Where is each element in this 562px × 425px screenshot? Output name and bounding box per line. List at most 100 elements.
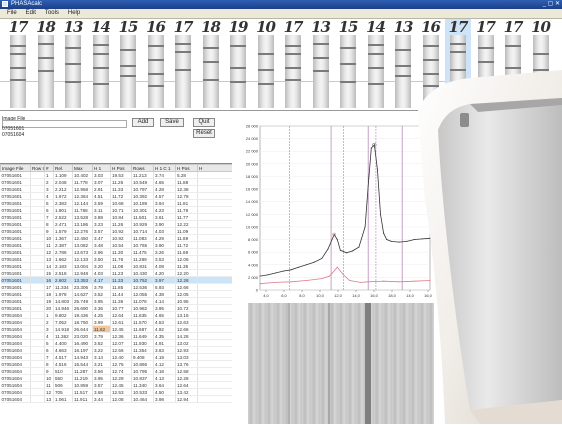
table-cell[interactable]: 14 xyxy=(44,262,54,270)
table-row[interactable]: 07051601 16 2.602 13.353 4.17 11.33 10.752 3.97… xyxy=(0,276,232,284)
table-row[interactable]: 07051601 5 2.383 12.144 3.59 10.68 10.189 3.94 1… xyxy=(0,199,232,207)
table-cell[interactable]: 1 xyxy=(44,171,54,179)
table-cell[interactable]: 18 xyxy=(44,290,54,298)
gel-lane[interactable]: 17 xyxy=(445,19,471,110)
table-cell[interactable] xyxy=(197,262,232,270)
gel-lane[interactable]: 16 xyxy=(418,19,444,110)
table-cell[interactable]: 510 xyxy=(53,367,73,375)
table-cell[interactable] xyxy=(197,339,232,347)
table-row[interactable]: 07051604 8 4.516 16.544 3.21 12.76 10.866 4.12 1… xyxy=(0,360,232,368)
table-cell[interactable]: 11.08 xyxy=(110,262,132,270)
table-cell[interactable] xyxy=(197,276,232,284)
table-row[interactable]: 07051604 4 11.362 23.020 3.79 12.36 11.649 4.35… xyxy=(0,332,232,340)
table-cell[interactable]: 4.50 xyxy=(153,388,176,396)
table-cell[interactable]: 16 xyxy=(44,276,54,284)
table-cell[interactable]: 1.367 xyxy=(53,234,73,242)
table-cell[interactable]: 12.06 xyxy=(175,255,198,263)
table-cell[interactable]: 13.004 xyxy=(72,262,93,270)
table-cell[interactable]: 3.50 xyxy=(92,255,111,263)
table-cell[interactable]: 11 xyxy=(44,241,54,249)
table-cell[interactable]: 4.51 xyxy=(92,192,111,200)
table-cell[interactable] xyxy=(197,353,232,361)
table-cell[interactable]: 10.714 xyxy=(131,227,154,235)
table-cell[interactable] xyxy=(30,346,45,354)
table-row[interactable]: 07051601 6 1.801 11.768 3.11 10.71 10.301 4.23 1… xyxy=(0,206,232,214)
table-cell[interactable]: 10.189 xyxy=(131,199,154,207)
table-cell[interactable]: 11.30 xyxy=(110,248,132,256)
table-cell[interactable]: 07051604 xyxy=(0,374,31,382)
table-cell[interactable]: 3.20 xyxy=(92,262,111,270)
table-cell[interactable]: 12.20 xyxy=(175,269,198,277)
table-cell[interactable] xyxy=(197,318,232,326)
table-cell[interactable] xyxy=(30,199,45,207)
table-row[interactable]: 07051604 12 705 11.517 3.68 12.53 10.533 4.50 13… xyxy=(0,388,232,396)
gel-lane[interactable]: 15 xyxy=(115,19,141,110)
table-cell[interactable]: 11.287 xyxy=(72,367,93,375)
table-cell[interactable]: 11.213 xyxy=(131,171,154,179)
table-cell[interactable]: 11.76 xyxy=(110,255,132,263)
gel-lane[interactable]: 17 xyxy=(5,19,31,110)
table-cell[interactable]: 10.430 xyxy=(131,269,154,277)
table-cell[interactable]: 3.95 xyxy=(92,374,111,382)
column-header[interactable]: Max xyxy=(72,164,93,172)
table-cell[interactable]: 3.62 xyxy=(92,339,111,347)
table-cell[interactable] xyxy=(197,374,232,382)
gel-lane[interactable]: 13 xyxy=(390,19,416,110)
table-cell[interactable]: 11.501 xyxy=(131,213,154,221)
table-cell[interactable]: 11.69 xyxy=(175,234,198,242)
table-cell[interactable]: 7.052 xyxy=(53,318,73,326)
table-cell[interactable]: 4.17 xyxy=(92,276,111,284)
table-cell[interactable] xyxy=(197,248,232,256)
table-cell[interactable]: 16.544 xyxy=(72,360,93,368)
table-cell[interactable]: 11.36 xyxy=(110,297,132,305)
column-header[interactable]: Row ID xyxy=(30,164,45,172)
table-cell[interactable]: 3.36 xyxy=(92,304,111,312)
table-row[interactable]: 07051601 9 1.579 12.276 3.57 10.92 10.714 4.03 1… xyxy=(0,227,232,235)
table-cell[interactable]: 4.03 xyxy=(92,269,111,277)
table-cell[interactable] xyxy=(30,269,45,277)
table-cell[interactable]: 07051601 xyxy=(0,185,31,193)
table-cell[interactable]: 2.212 xyxy=(53,185,73,193)
table-cell[interactable]: 3.63 xyxy=(153,346,176,354)
gel-lane[interactable]: 18 xyxy=(198,19,224,110)
table-cell[interactable]: 10.859 xyxy=(72,381,93,389)
table-row[interactable]: 07051604 7 4.517 14.943 3.14 12.40 9.408 4.19 13… xyxy=(0,353,232,361)
table-cell[interactable]: 10.866 xyxy=(131,360,154,368)
table-cell[interactable]: 3.99 xyxy=(92,318,111,326)
table-cell[interactable] xyxy=(197,311,232,319)
table-cell[interactable]: 20 xyxy=(44,304,54,312)
table-cell[interactable]: 11.26 xyxy=(110,220,132,228)
table-cell[interactable]: 3.95 xyxy=(92,297,111,305)
table-cell[interactable]: 16.197 xyxy=(72,346,93,354)
table-row[interactable]: 07051601 10 1.367 12.450 3.47 10.92 11.083 4.29… xyxy=(0,234,232,242)
table-cell[interactable] xyxy=(30,311,45,319)
table-cell[interactable]: 07051601 xyxy=(0,241,31,249)
table-cell[interactable]: 12.133 xyxy=(72,255,93,263)
column-header[interactable]: # xyxy=(44,164,54,172)
table-cell[interactable]: 10.797 xyxy=(131,185,154,193)
table-cell[interactable]: 4.23 xyxy=(153,206,176,214)
table-row[interactable]: 07051604 13 1.061 11.911 3.44 12.08 10.464 3.98… xyxy=(0,395,232,403)
table-cell[interactable]: 11.354 xyxy=(131,346,154,354)
table-cell[interactable] xyxy=(30,283,45,291)
table-cell[interactable]: 11.083 xyxy=(131,234,154,242)
table-cell[interactable]: 12.948 xyxy=(72,269,93,277)
table-cell[interactable]: 13.02 xyxy=(175,339,198,347)
table-cell[interactable] xyxy=(197,367,232,375)
table-cell[interactable]: 07051601 xyxy=(0,297,31,305)
table-cell[interactable]: 12.29 xyxy=(110,374,132,382)
table-cell[interactable] xyxy=(197,332,232,340)
table-cell[interactable]: 10.84 xyxy=(110,213,132,221)
file-item[interactable]: 07051604 xyxy=(2,132,24,138)
table-row[interactable]: 07051601 20 14.946 26.690 3.36 10.77 10.982 3.9… xyxy=(0,304,232,312)
table-row[interactable]: 07051601 14 2.183 13.004 3.20 11.08 10.831 4.08… xyxy=(0,262,232,270)
table-cell[interactable]: 4.08 xyxy=(153,262,176,270)
table-cell[interactable] xyxy=(197,395,232,403)
image-file-list[interactable]: 07051601 07051604 xyxy=(2,126,24,138)
column-header[interactable]: H 1 C 1 xyxy=(153,164,176,172)
table-cell[interactable] xyxy=(30,255,45,263)
table-cell[interactable] xyxy=(197,283,232,291)
table-row[interactable]: 07051604 11 506 10.859 3.57 12.45 11.340 3.64 12… xyxy=(0,381,232,389)
table-cell[interactable]: 3.07 xyxy=(92,178,111,186)
reset-button[interactable]: Reset xyxy=(193,129,215,138)
